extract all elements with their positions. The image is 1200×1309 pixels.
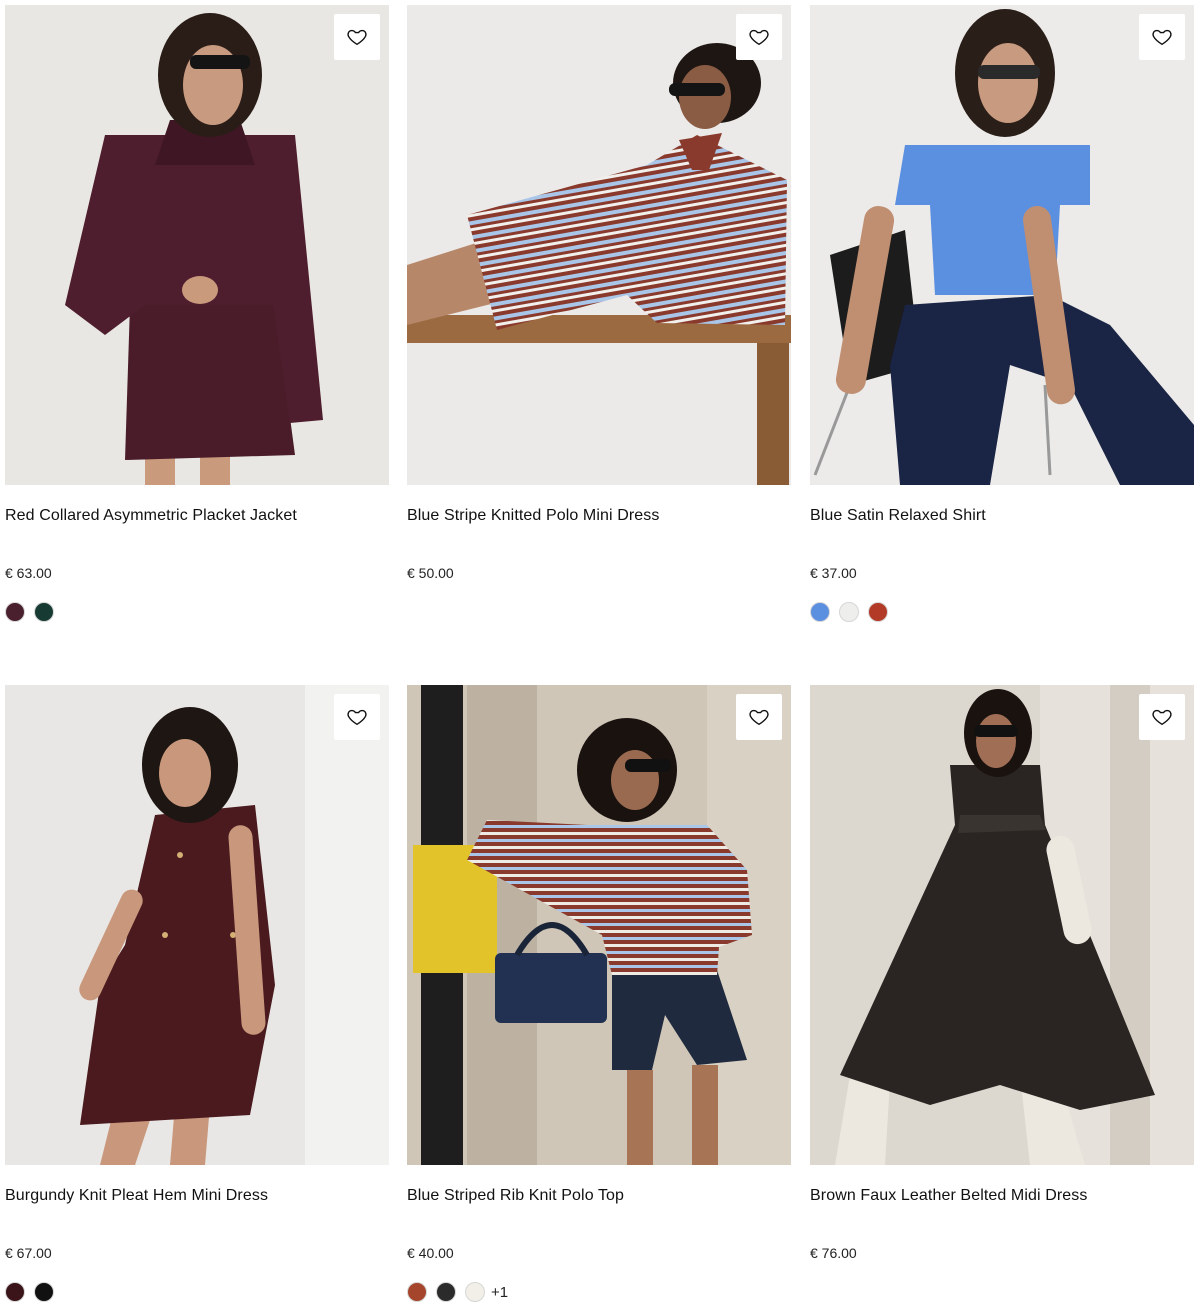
product-image[interactable] xyxy=(5,685,389,1165)
product-price: € 50.00 xyxy=(407,565,454,581)
color-swatches xyxy=(5,1282,389,1302)
product-name[interactable]: Blue Stripe Knitted Polo Mini Dress xyxy=(407,506,791,526)
product-price: € 37.00 xyxy=(810,565,857,581)
wishlist-button[interactable] xyxy=(736,14,782,60)
product-photo-leather-dress xyxy=(810,685,1194,1165)
product-card: Burgundy Knit Pleat Hem Mini Dress € 67.… xyxy=(5,685,389,1302)
color-swatch[interactable] xyxy=(5,602,25,622)
color-swatch[interactable] xyxy=(34,1282,54,1302)
product-name[interactable]: Blue Striped Rib Knit Polo Top xyxy=(407,1186,791,1206)
product-name[interactable]: Blue Satin Relaxed Shirt xyxy=(810,506,1194,526)
heart-icon xyxy=(347,709,367,726)
product-name[interactable]: Brown Faux Leather Belted Midi Dress xyxy=(810,1186,1194,1206)
product-grid: Red Collared Asymmetric Placket Jacket €… xyxy=(0,0,1200,1309)
product-price: € 40.00 xyxy=(407,1245,454,1261)
color-swatch[interactable] xyxy=(810,602,830,622)
color-swatch[interactable] xyxy=(5,1282,25,1302)
product-card: Brown Faux Leather Belted Midi Dress € 7… xyxy=(810,685,1194,1302)
product-card: Blue Stripe Knitted Polo Mini Dress € 50… xyxy=(407,5,791,622)
heart-icon xyxy=(1152,29,1172,46)
color-swatches xyxy=(810,602,1194,622)
color-swatch[interactable] xyxy=(868,602,888,622)
product-photo-striped-dress xyxy=(407,5,791,485)
product-card: Red Collared Asymmetric Placket Jacket €… xyxy=(5,5,389,622)
color-swatches: +1 xyxy=(407,1282,791,1302)
color-swatches xyxy=(810,1282,1194,1302)
heart-icon xyxy=(1152,709,1172,726)
product-price: € 67.00 xyxy=(5,1245,52,1261)
wishlist-button[interactable] xyxy=(736,694,782,740)
color-swatches xyxy=(5,602,389,622)
product-image[interactable] xyxy=(810,5,1194,485)
product-image[interactable] xyxy=(810,685,1194,1165)
product-name[interactable]: Burgundy Knit Pleat Hem Mini Dress xyxy=(5,1186,389,1206)
heart-icon xyxy=(347,29,367,46)
product-price: € 63.00 xyxy=(5,565,52,581)
color-swatch[interactable] xyxy=(839,602,859,622)
product-photo-striped-top xyxy=(407,685,791,1165)
product-photo-jacket xyxy=(5,5,389,485)
product-card: Blue Satin Relaxed Shirt € 37.00 xyxy=(810,5,1194,622)
product-photo-blue-shirt xyxy=(810,5,1194,485)
product-image[interactable] xyxy=(407,5,791,485)
product-name[interactable]: Red Collared Asymmetric Placket Jacket xyxy=(5,506,389,526)
product-image[interactable] xyxy=(407,685,791,1165)
heart-icon xyxy=(749,709,769,726)
wishlist-button[interactable] xyxy=(334,694,380,740)
color-swatch[interactable] xyxy=(34,602,54,622)
product-image[interactable] xyxy=(5,5,389,485)
color-swatch[interactable] xyxy=(465,1282,485,1302)
heart-icon xyxy=(749,29,769,46)
wishlist-button[interactable] xyxy=(1139,694,1185,740)
product-card: Blue Striped Rib Knit Polo Top € 40.00 +… xyxy=(407,685,791,1302)
color-swatches xyxy=(407,602,791,622)
product-price: € 76.00 xyxy=(810,1245,857,1261)
color-swatch[interactable] xyxy=(407,1282,427,1302)
more-colors-count[interactable]: +1 xyxy=(491,1284,508,1301)
color-swatch[interactable] xyxy=(436,1282,456,1302)
wishlist-button[interactable] xyxy=(1139,14,1185,60)
wishlist-button[interactable] xyxy=(334,14,380,60)
product-photo-burgundy-dress xyxy=(5,685,389,1165)
